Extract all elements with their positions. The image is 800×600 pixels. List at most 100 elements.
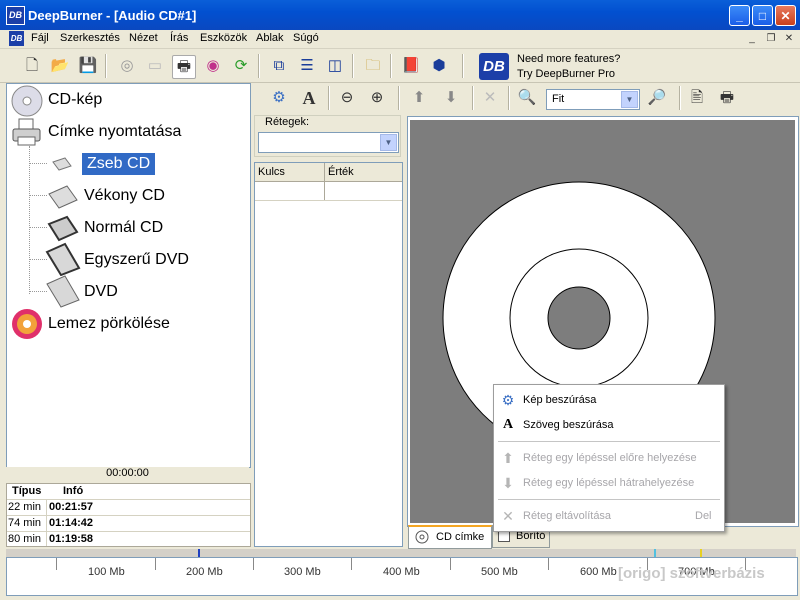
tree-item-slim-cd[interactable]: Vékony CD <box>84 187 165 205</box>
row-info: 00:21:57 <box>49 501 94 513</box>
cd-icon <box>415 530 429 544</box>
ruler-label: 200 Mb <box>186 566 223 578</box>
table-row[interactable]: 74 min 01:14:42 <box>7 515 250 532</box>
menu-item-insert-image[interactable]: ⚙ Kép beszúrása <box>494 388 724 412</box>
col-info-header: Infó <box>63 485 84 497</box>
ruler-label: 500 Mb <box>481 566 518 578</box>
main-toolbar: 🗋 📂 💾 ◎ ▭ 🖶 ◉ ⟳ ⧉ ☰ ◫ 🗀 📕 ⬢ DB Need more… <box>0 49 800 83</box>
menu-item-bring-forward[interactable]: ⬆ Réteg egy lépéssel előre helyezése <box>494 446 724 470</box>
delete-icon[interactable]: ✕ <box>479 87 501 109</box>
printer-icon[interactable]: 🖶 <box>716 87 738 109</box>
tree-item-pocket-cd[interactable]: Zseb CD <box>82 153 156 175</box>
table-row[interactable]: 22 min 00:21:57 <box>7 499 250 516</box>
chevron-down-icon[interactable]: ▼ <box>380 134 397 151</box>
tree-item-simple-dvd[interactable]: Egyszerű DVD <box>84 251 189 269</box>
export-image-icon[interactable]: 🖹 <box>686 87 708 109</box>
menu-item-label: Réteg egy lépéssel hátrahelyezése <box>523 477 695 489</box>
app-logo-icon: DB <box>6 6 25 25</box>
deepburner-pro-logo[interactable]: DB <box>479 53 509 80</box>
new-file-icon[interactable]: 🗋 <box>21 55 43 77</box>
watermark: [origo] szoftverbázis <box>618 565 765 582</box>
label-editor-toolbar: ⚙ A ⊖ ⊕ ⬆ ⬇ ✕ 🔍 Fit ▼ 🔎 🖹 🖶 <box>254 84 799 114</box>
mdi-minimize-icon[interactable]: _ <box>745 32 759 45</box>
minimize-button[interactable]: _ <box>729 5 750 26</box>
burn-disc-icon[interactable]: ◉ <box>202 55 224 77</box>
properties-grid: Kulcs Érték <box>254 162 403 547</box>
ruler-label: 600 Mb <box>580 566 617 578</box>
mdi-restore-icon[interactable]: ❐ <box>764 32 778 45</box>
zoom-in-icon[interactable]: 🔎 <box>646 87 668 109</box>
chevron-down-icon[interactable]: ▼ <box>621 91 638 108</box>
ruler-label: 100 Mb <box>88 566 125 578</box>
tree-item-dvd[interactable]: DVD <box>84 283 118 301</box>
tree-item-cd-image[interactable]: CD-kép <box>48 91 102 109</box>
col-type-header: Típus <box>12 485 42 497</box>
menu-bar: DB Fájl Szerkesztés Nézet Írás Eszközök … <box>0 30 800 49</box>
arrow-down-icon[interactable]: ⬇ <box>440 87 462 109</box>
burn-disc-icon <box>12 309 42 339</box>
row-type: 74 min <box>8 517 42 529</box>
menu-tools[interactable]: Eszközök <box>200 32 247 44</box>
table-row[interactable]: 80 min 01:19:58 <box>7 531 250 548</box>
arrow-up-icon: ⬆ <box>502 450 514 466</box>
col-value-header[interactable]: Érték <box>328 166 354 178</box>
project-tree: CD-kép Címke nyomtatása Zseb CD Vékony C… <box>6 83 251 468</box>
save-icon[interactable]: 💾 <box>77 55 99 77</box>
insert-text-icon[interactable]: A <box>298 87 320 109</box>
disabled-icon: ▭ <box>147 57 163 74</box>
cd-icon[interactable]: ◎ <box>116 55 138 77</box>
tree-item-normal-cd[interactable]: Normál CD <box>84 219 163 237</box>
menu-item-send-backward[interactable]: ⬇ Réteg egy lépéssel hátrahelyezése <box>494 471 724 495</box>
mdi-close-icon[interactable]: ✕ <box>782 32 796 45</box>
mdi-doc-icon[interactable]: DB <box>9 31 24 46</box>
refresh-icon[interactable]: ⟳ <box>230 55 252 77</box>
menu-file[interactable]: Fájl <box>31 32 49 44</box>
tree-item-label-print[interactable]: Címke nyomtatása <box>48 123 181 141</box>
menu-item-label: Réteg eltávolítása <box>523 510 612 522</box>
arrow-up-icon[interactable]: ⬆ <box>408 87 430 109</box>
menu-view[interactable]: Nézet <box>129 32 158 44</box>
tab-cd-label[interactable]: CD címke <box>408 525 492 549</box>
insert-image-icon: ⚙ <box>501 392 515 408</box>
menu-edit[interactable]: Szerkesztés <box>60 32 120 44</box>
menu-window[interactable]: Ablak <box>256 32 284 44</box>
window-title: DeepBurner - [Audio CD#1] <box>28 8 197 23</box>
zoom-out-icon[interactable]: 🔍 <box>516 87 538 109</box>
layers-select[interactable]: ▼ <box>258 132 399 153</box>
col-key-header[interactable]: Kulcs <box>258 166 285 178</box>
maximize-button[interactable]: □ <box>752 5 773 26</box>
ruler-label: 300 Mb <box>284 566 321 578</box>
menu-item-insert-text[interactable]: A Szöveg beszúrása <box>494 413 724 437</box>
menu-write[interactable]: Írás <box>170 32 188 44</box>
print-label-icon[interactable]: 🖶 <box>172 55 196 79</box>
back-cover-icon[interactable]: ⊕ <box>366 87 388 109</box>
pocket-cd-case-icon <box>52 157 72 171</box>
promo-line2[interactable]: Try DeepBurner Pro <box>517 68 615 80</box>
tile-vertical-icon[interactable]: ◫ <box>324 55 346 77</box>
menu-separator <box>498 441 720 442</box>
tree-item-burn-disc[interactable]: Lemez pörkölése <box>48 315 170 333</box>
tile-horizontal-icon[interactable]: ☰ <box>296 55 318 77</box>
normal-cd-case-icon <box>47 215 79 242</box>
menu-help[interactable]: Súgó <box>293 32 319 44</box>
delete-icon: ✕ <box>502 508 514 524</box>
row-info: 01:19:58 <box>49 533 94 545</box>
insert-image-icon[interactable]: ⚙ <box>268 87 290 109</box>
menu-item-shortcut: Del <box>695 510 712 522</box>
printer-icon <box>12 118 41 146</box>
menu-item-delete-layer[interactable]: ✕ Réteg eltávolítása Del <box>494 504 724 528</box>
about-icon[interactable]: ⬢ <box>428 55 450 77</box>
folder-icon[interactable]: 🗀 <box>362 55 384 77</box>
context-menu: ⚙ Kép beszúrása A Szöveg beszúrása ⬆ Rét… <box>493 384 725 532</box>
help-book-icon[interactable]: 📕 <box>400 55 422 77</box>
cascade-windows-icon[interactable]: ⧉ <box>268 55 290 77</box>
total-time: 00:00:00 <box>6 467 249 481</box>
close-button[interactable]: ✕ <box>775 5 796 26</box>
row-type: 80 min <box>8 533 42 545</box>
promo-line1[interactable]: Need more features? <box>517 53 620 65</box>
zoom-select[interactable]: Fit ▼ <box>546 89 640 110</box>
title-bar[interactable]: DB DeepBurner - [Audio CD#1] _ □ ✕ <box>0 0 800 30</box>
front-cover-icon[interactable]: ⊖ <box>336 87 358 109</box>
open-folder-icon[interactable]: 📂 <box>49 55 71 77</box>
dvd-case-icon <box>45 242 81 276</box>
